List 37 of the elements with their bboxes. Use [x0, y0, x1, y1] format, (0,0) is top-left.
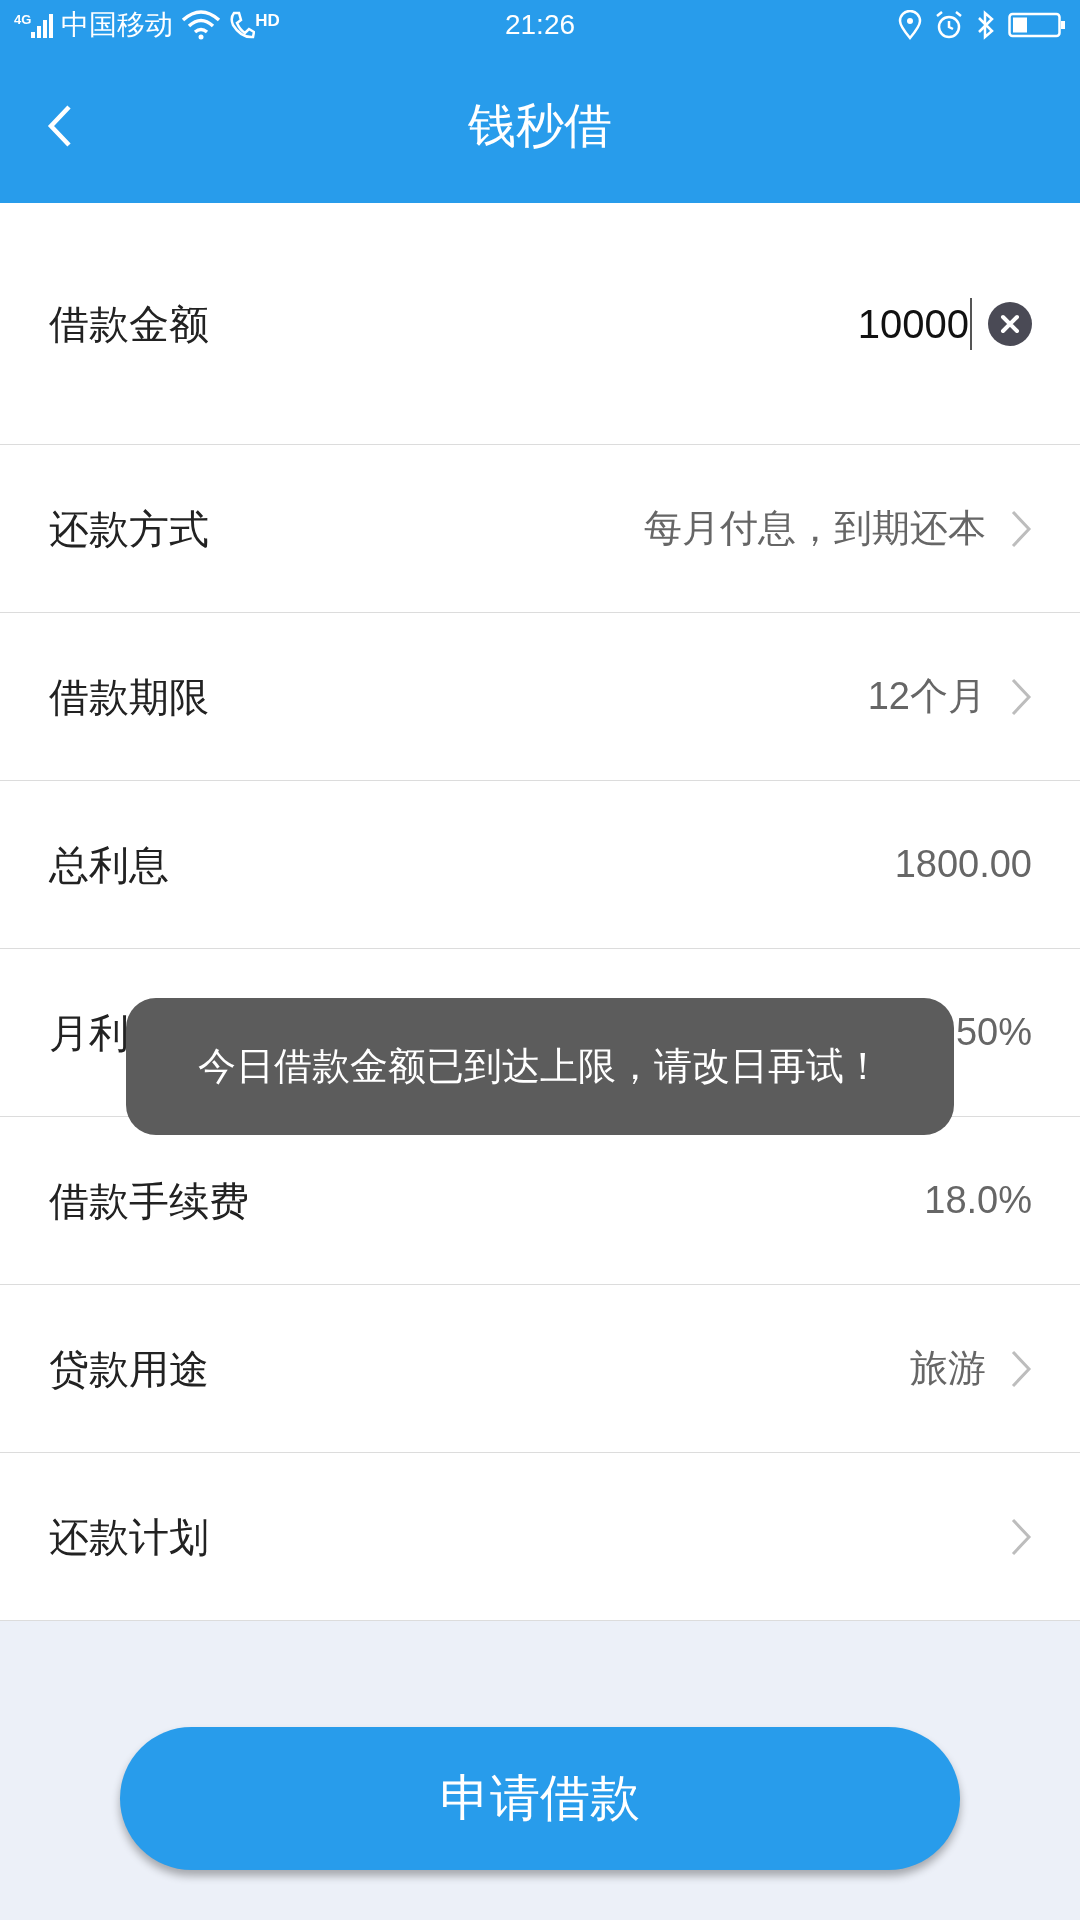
chevron-right-icon	[1010, 1348, 1032, 1389]
row-label: 贷款用途	[49, 1345, 209, 1393]
network-type: 4G	[14, 12, 32, 26]
battery-icon	[1008, 10, 1066, 39]
amount-field[interactable]: 10000	[857, 293, 1032, 354]
hd-label: HD	[255, 11, 280, 29]
phone-icon	[229, 10, 256, 39]
alarm-clock-icon	[934, 9, 964, 40]
row-label: 月利	[49, 1009, 129, 1057]
row-value: 50%	[955, 1010, 1032, 1055]
row-label: 总利息	[49, 841, 169, 889]
row-label: 借款金额	[49, 300, 209, 348]
location-icon	[898, 9, 922, 40]
clear-icon[interactable]	[988, 301, 1032, 346]
select-row-value[interactable]: 旅游	[910, 1340, 1032, 1397]
toast-message: 今日借款金额已到达上限，请改日再试！	[126, 998, 954, 1135]
row-value: 18.0%	[924, 1178, 1032, 1223]
apply-loan-button[interactable]: 申请借款	[120, 1727, 960, 1870]
select-row-value[interactable]: 每月付息，到期还本	[644, 500, 1032, 557]
bluetooth-icon	[976, 9, 996, 40]
carrier-name: 中国移动	[61, 7, 174, 42]
status-time: 21:26	[504, 7, 576, 42]
signal-icon	[31, 11, 54, 38]
page-title: 钱秒借	[468, 98, 612, 154]
chevron-right-icon	[1010, 508, 1032, 549]
row-label: 还款方式	[49, 505, 209, 553]
chevron-right-icon	[1010, 676, 1032, 717]
chevron-right-icon	[1010, 1516, 1032, 1557]
row-value: 旅游	[910, 1346, 986, 1391]
wifi-icon	[181, 9, 222, 40]
row-label: 还款计划	[49, 1513, 209, 1561]
row-value: 1800.00	[894, 842, 1032, 887]
row-label: 借款手续费	[49, 1177, 249, 1225]
row-value: 12个月	[867, 674, 986, 719]
row-label: 借款期限	[49, 673, 209, 721]
select-row-value[interactable]: 12个月	[867, 668, 1032, 725]
row-value: 每月付息，到期还本	[644, 506, 986, 551]
